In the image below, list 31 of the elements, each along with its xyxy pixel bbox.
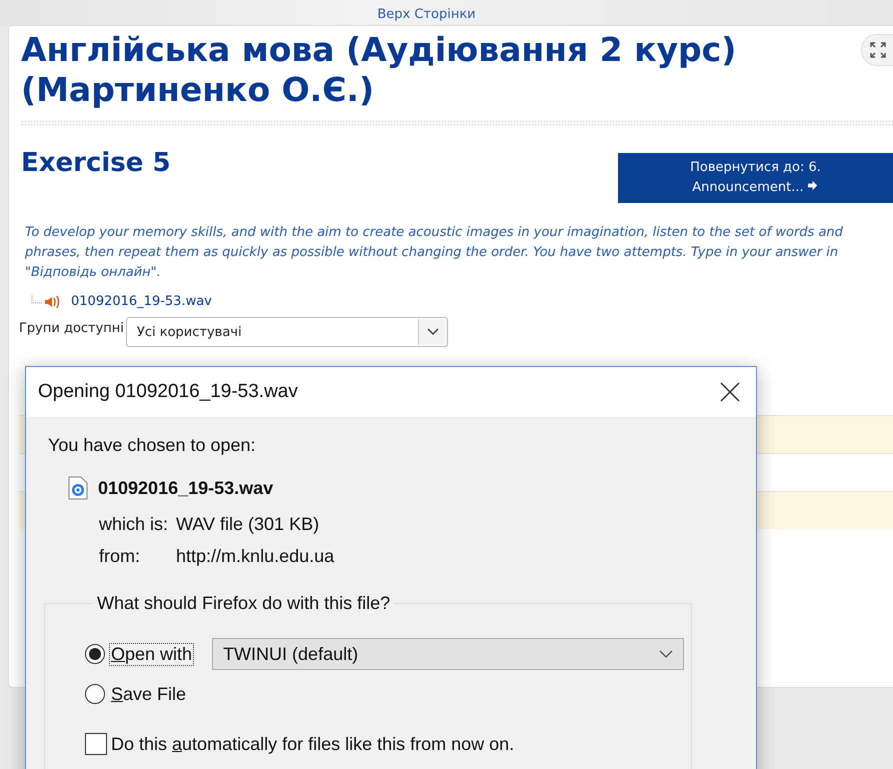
activity-title: Exercise 5 — [21, 147, 171, 180]
return-button[interactable]: Повернутися до: 6. Announcement... — [618, 153, 893, 203]
dialog-title: Opening 01092016_19-53.wav — [38, 381, 298, 403]
type-value: WAV file (301 KB) — [176, 514, 320, 535]
caret-icon — [426, 328, 439, 336]
close-button[interactable] — [718, 380, 742, 404]
file-link[interactable]: 01092016_19-53.wav — [71, 294, 212, 308]
course-title: Англійська мова (Аудіювання 2 курс) (Мартиненко О.Є.) — [21, 30, 738, 110]
chevron-icon — [659, 650, 674, 658]
description: To develop your memory skills, and with the aim to create acoustic images in your imagination, listen to the set of words and phrases, then repeat them as quickly as possible without changing the order. You have two attempts. Type in your answer in "Відповідь онлайн". — [25, 224, 844, 282]
arrow-icon — [808, 180, 819, 191]
checkbox[interactable] — [85, 733, 107, 755]
file-name: 01092016_19-53.wav — [98, 478, 274, 498]
source-label: from: — [99, 546, 142, 567]
type-label: which is: — [99, 514, 168, 535]
checkbox-label[interactable]: Do this automatically for files like this from now on. — [111, 734, 514, 754]
expand-button[interactable] — [861, 34, 893, 66]
expand-icon — [870, 42, 886, 58]
radio-button[interactable] — [85, 684, 105, 704]
application-select[interactable]: TWINUI (default) — [212, 638, 684, 670]
intro-text: You have chosen to open: — [48, 435, 257, 456]
audio-file-icon — [68, 476, 88, 500]
source-value: http://m.knlu.edu.ua — [176, 546, 334, 567]
radio-button[interactable] — [85, 644, 105, 664]
radio-label[interactable]: Save File — [109, 682, 188, 706]
close-icon — [718, 380, 742, 404]
radio-label[interactable]: Open with — [109, 642, 194, 666]
top-link[interactable]: Верх Сторінки — [377, 7, 476, 22]
groups-label: Групи доступні — [19, 321, 124, 336]
action-question: What should Firefox do with this file? — [96, 593, 392, 614]
groups-select[interactable]: Усі користувачі — [126, 317, 448, 347]
